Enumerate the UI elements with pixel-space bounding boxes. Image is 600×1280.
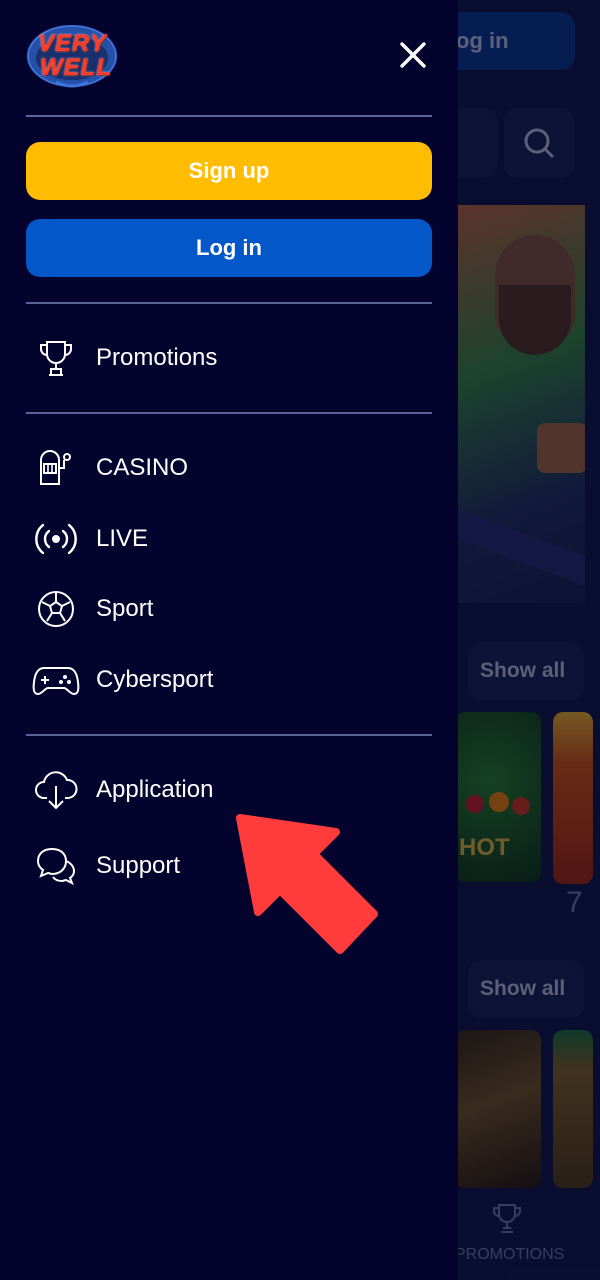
menu-item-label: Promotions: [96, 344, 218, 371]
menu-item-label: Support: [96, 852, 181, 879]
divider: [26, 302, 432, 304]
game-tile: [455, 1030, 541, 1188]
close-button[interactable]: [396, 38, 430, 72]
divider: [26, 734, 432, 736]
close-icon: [400, 42, 426, 68]
slot-machine-icon: [26, 444, 86, 492]
soccer-ball-icon: [26, 585, 86, 633]
game-tile: HOT: [455, 712, 541, 882]
background-login-label: og in: [456, 28, 509, 53]
menu-item-support[interactable]: Support: [26, 838, 432, 894]
menu-item-cybersport[interactable]: Cybersport: [26, 652, 432, 708]
show-all-label: Show all: [480, 977, 566, 1000]
menu-item-live[interactable]: LIVE: [26, 511, 432, 567]
bottom-tab-label: PROMOTIONS: [455, 1246, 565, 1263]
menu-item-label: CASINO: [96, 454, 189, 481]
menu-item-label: Cybersport: [96, 666, 214, 693]
game-tile: [553, 1030, 593, 1188]
background-search-button: [504, 108, 575, 178]
menu-item-label: LIVE: [96, 525, 149, 552]
bottom-tab-promotions: PROMOTIONS: [455, 1190, 600, 1280]
logo-text-well: WELL: [40, 54, 112, 81]
very-well-logo[interactable]: VERY WELL: [26, 22, 118, 90]
sign-up-button[interactable]: Sign up: [26, 142, 432, 200]
trophy-icon: [493, 1204, 521, 1233]
menu-item-label: Application: [96, 776, 214, 803]
divider: [26, 115, 432, 117]
show-all-button: Show all: [468, 960, 584, 1018]
search-icon: [524, 128, 554, 158]
chat-bubbles-icon: [26, 842, 86, 890]
show-all-label: Show all: [480, 659, 566, 682]
menu-item-promotions[interactable]: Promotions: [26, 330, 432, 386]
live-broadcast-icon: [26, 515, 86, 563]
menu-item-application[interactable]: Application: [26, 762, 432, 818]
gamepad-icon: [26, 656, 86, 704]
menu-item-sport[interactable]: Sport: [26, 581, 432, 637]
menu-item-casino[interactable]: CASINO: [26, 440, 432, 496]
promo-banner: [455, 205, 585, 603]
show-all-button: Show all: [468, 642, 584, 700]
trophy-icon: [26, 334, 86, 382]
menu-item-label: Sport: [96, 595, 154, 622]
log-in-button[interactable]: Log in: [26, 219, 432, 277]
game-tile-label: HOT: [459, 834, 510, 861]
cloud-download-icon: [26, 766, 86, 814]
divider: [26, 412, 432, 414]
game-tile: [553, 712, 593, 884]
game-tile-partial-text: 7: [566, 886, 583, 919]
side-drawer: VERY WELL Sign up Log in Promotions CASI…: [0, 0, 458, 1280]
